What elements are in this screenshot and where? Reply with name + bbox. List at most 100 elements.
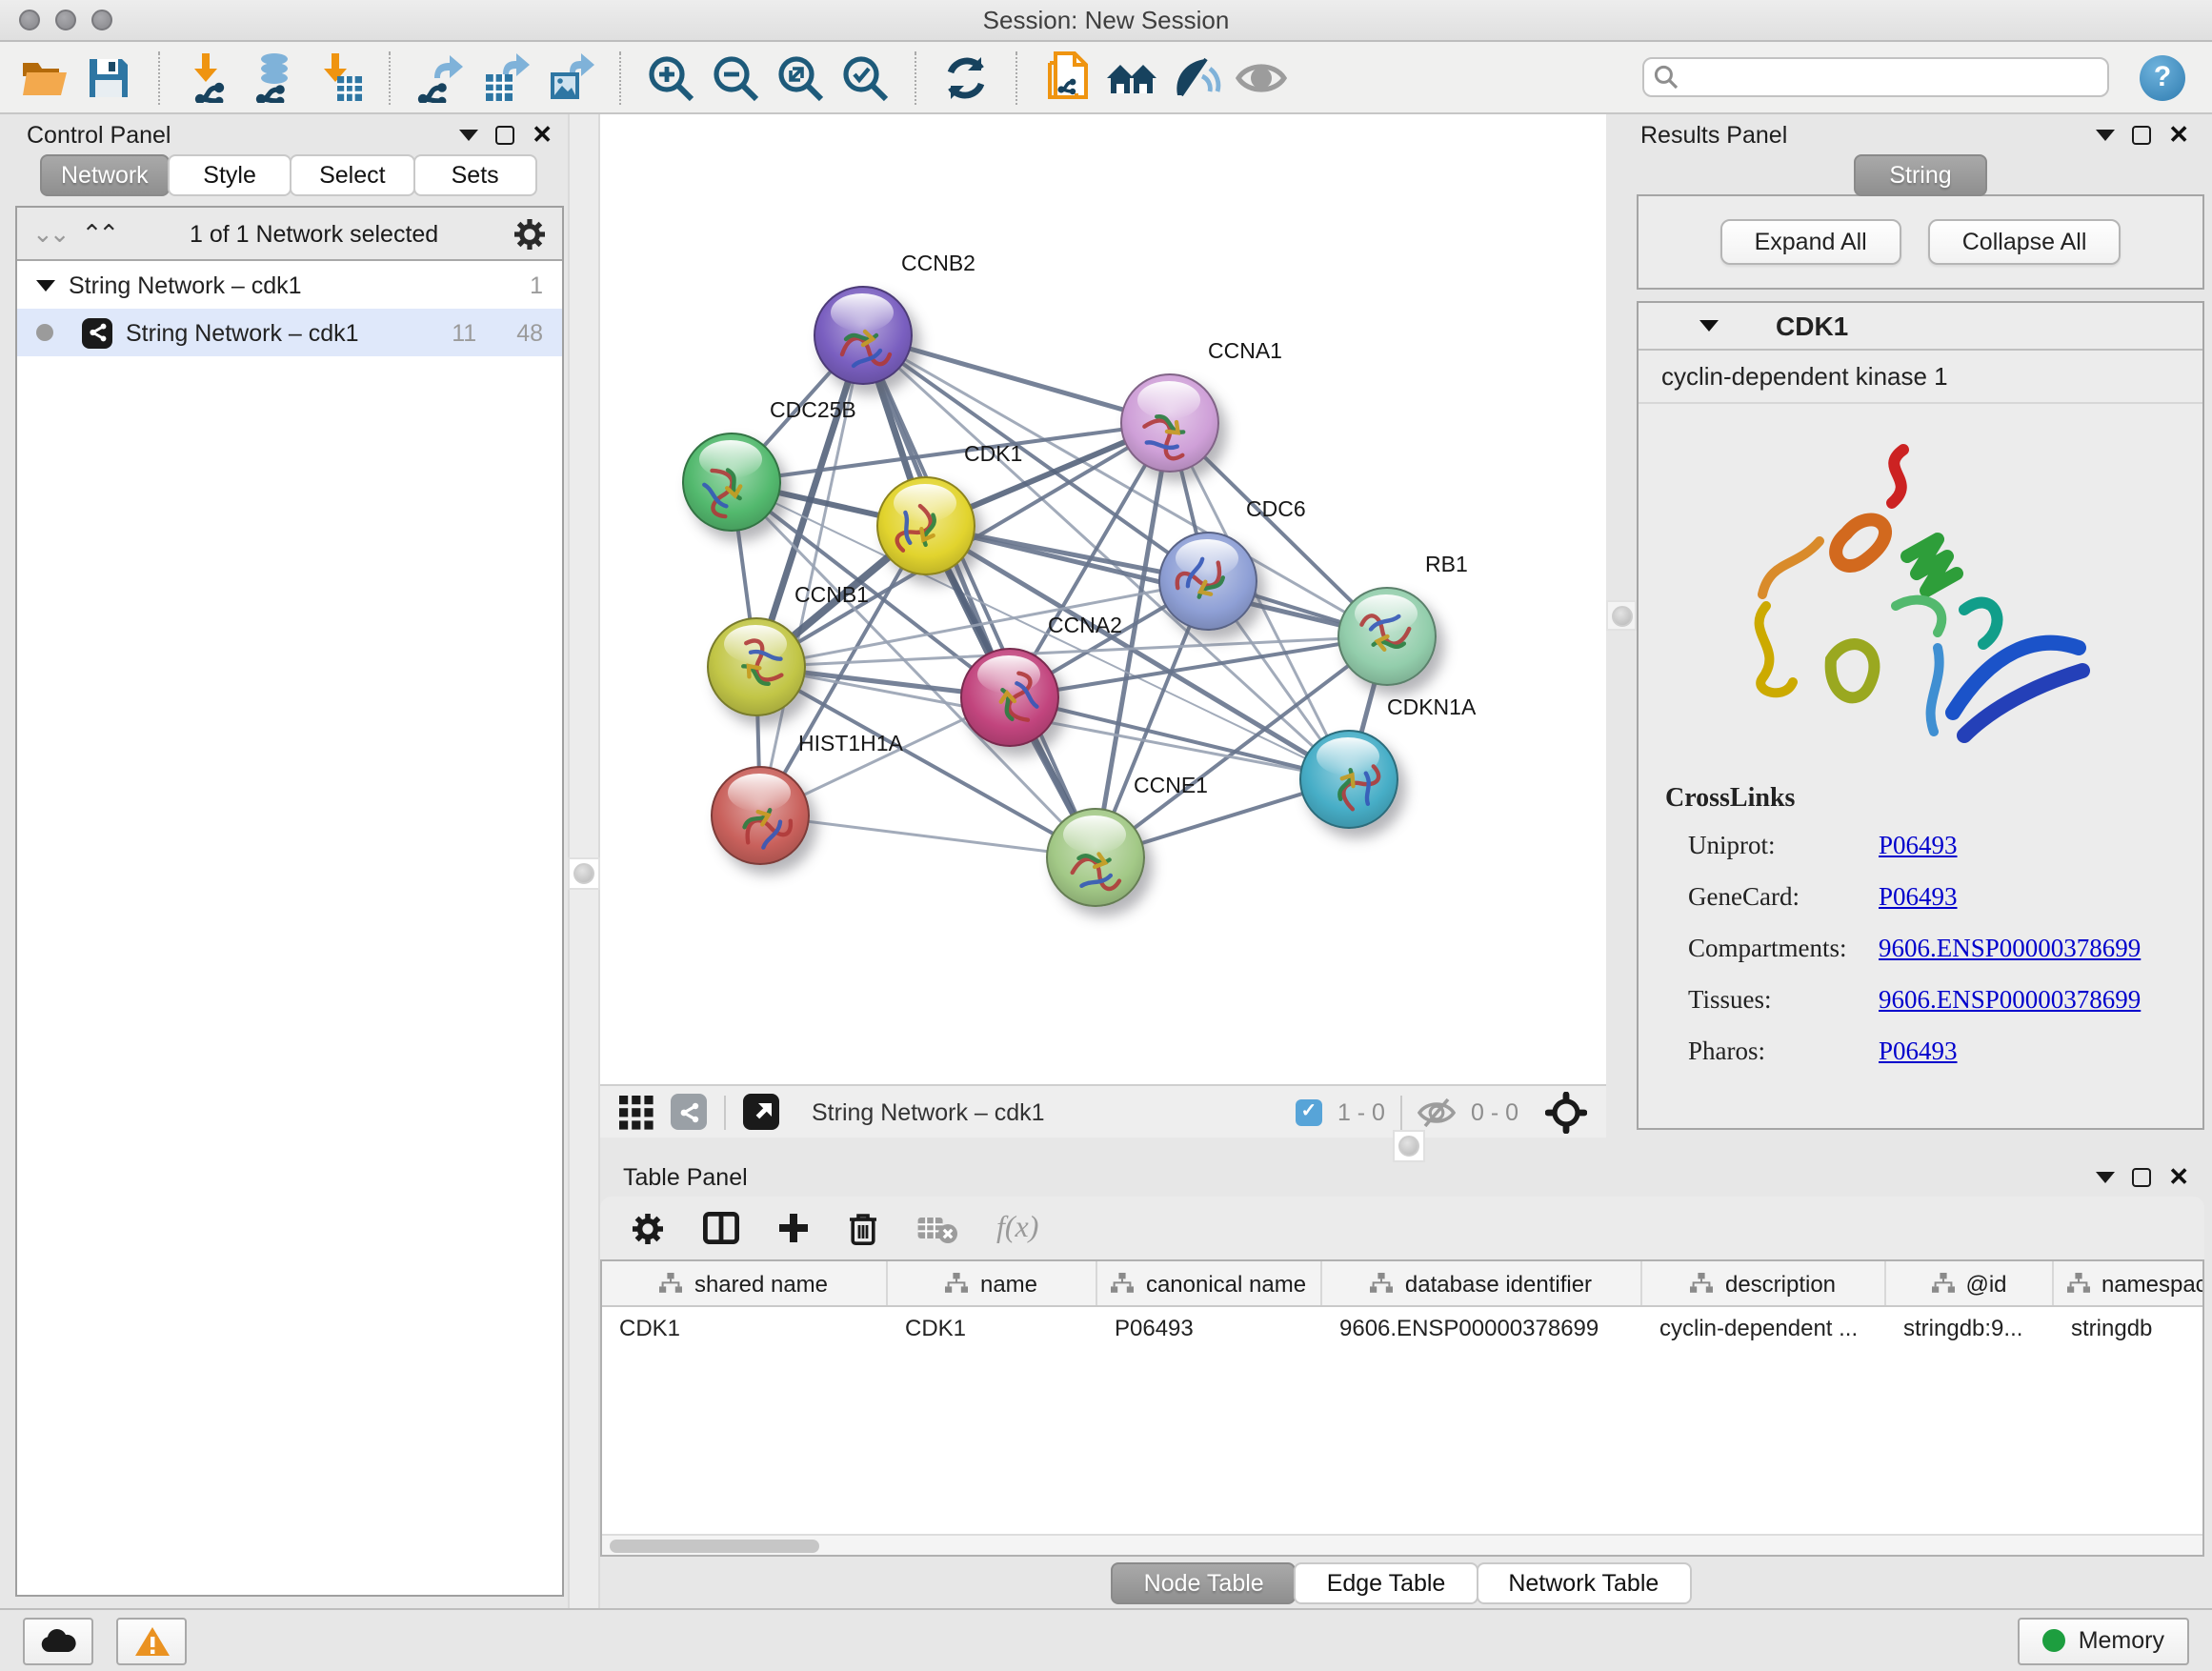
splitter-handle[interactable] bbox=[568, 857, 600, 890]
graph-node-CCNA2[interactable]: viewBox="0 0 40 40"> bbox=[960, 648, 1059, 747]
refresh-icon[interactable] bbox=[937, 49, 995, 106]
graph-node-CCNA1[interactable]: viewBox="0 0 40 40"> bbox=[1120, 373, 1219, 473]
crosslink-link[interactable]: 9606.ENSP00000378699 bbox=[1879, 985, 2141, 1016]
maximize-panel-icon[interactable] bbox=[2132, 1167, 2151, 1186]
export-image-icon[interactable] bbox=[541, 49, 598, 106]
scrollbar-thumb[interactable] bbox=[610, 1540, 819, 1553]
graph-node-CDC6[interactable]: viewBox="0 0 40 40"> bbox=[1158, 532, 1257, 631]
table-cell[interactable]: cyclin-dependent ... bbox=[1642, 1307, 1886, 1349]
splitter-handle[interactable] bbox=[1393, 1130, 1425, 1162]
horizontal-splitter[interactable] bbox=[600, 1137, 2212, 1157]
zoom-out-icon[interactable] bbox=[707, 49, 764, 106]
crosshair-icon[interactable] bbox=[1545, 1091, 1587, 1133]
splitter-handle[interactable] bbox=[1606, 600, 1637, 631]
maximize-panel-icon[interactable] bbox=[495, 125, 514, 144]
table-cell[interactable]: CDK1 bbox=[602, 1307, 888, 1349]
column-header-name[interactable]: name bbox=[888, 1261, 1097, 1305]
collapse-all-networks-icon[interactable]: ⌄⌄ bbox=[32, 224, 67, 243]
table-row[interactable]: CDK1CDK1P064939606.ENSP00000378699cyclin… bbox=[602, 1307, 2202, 1349]
column-header-database-identifier[interactable]: database identifier bbox=[1322, 1261, 1642, 1305]
tab-select[interactable]: Select bbox=[290, 154, 414, 196]
network-collection-row[interactable]: String Network – cdk1 1 bbox=[17, 261, 562, 309]
left-splitter[interactable] bbox=[568, 114, 600, 1608]
table-cell[interactable]: CDK1 bbox=[888, 1307, 1097, 1349]
column-header-@id[interactable]: @id bbox=[1886, 1261, 2054, 1305]
crosslink-label: Tissues: bbox=[1688, 985, 1879, 1016]
table-cell[interactable]: stringdb:9... bbox=[1886, 1307, 2054, 1349]
network-canvas[interactable]: viewBox="0 0 40 40">CCNB2 viewBox="0 0 4… bbox=[600, 114, 1606, 1084]
node-label-CCNA1: CCNA1 bbox=[1208, 341, 1282, 364]
birdseye-view-icon[interactable] bbox=[743, 1094, 779, 1130]
graph-node-CDK1[interactable]: viewBox="0 0 40 40"> bbox=[876, 476, 975, 575]
close-panel-icon[interactable]: ✕ bbox=[532, 125, 553, 144]
graph-node-CDKN1A[interactable]: viewBox="0 0 40 40"> bbox=[1299, 730, 1398, 829]
export-network-icon[interactable] bbox=[412, 49, 469, 106]
export-table-icon[interactable] bbox=[476, 49, 533, 106]
table-cell[interactable]: 9606.ENSP00000378699 bbox=[1322, 1307, 1642, 1349]
tab-sets[interactable]: Sets bbox=[412, 154, 537, 196]
zoom-fit-icon[interactable] bbox=[772, 49, 829, 106]
close-panel-icon[interactable]: ✕ bbox=[2168, 1167, 2189, 1186]
gene-section-collapse-icon[interactable] bbox=[1699, 320, 1719, 332]
graph-node-CDC25B[interactable]: viewBox="0 0 40 40"> bbox=[682, 433, 781, 532]
table-cell[interactable]: stringdb bbox=[2054, 1307, 2204, 1349]
tab-edge-table[interactable]: Edge Table bbox=[1295, 1561, 1478, 1603]
tab-string[interactable]: String bbox=[1853, 154, 1987, 196]
network-share-view-icon[interactable] bbox=[671, 1094, 707, 1130]
crosslink-link[interactable]: 9606.ENSP00000378699 bbox=[1879, 934, 2141, 964]
import-table-icon[interactable] bbox=[311, 49, 368, 106]
import-network-file-icon[interactable] bbox=[181, 49, 238, 106]
right-splitter[interactable] bbox=[1606, 114, 1637, 1137]
float-panel-icon[interactable] bbox=[459, 129, 478, 140]
crosslink-link[interactable]: P06493 bbox=[1879, 882, 1958, 913]
network-row[interactable]: String Network – cdk1 11 48 bbox=[17, 309, 562, 356]
graph-node-CCNB2[interactable]: viewBox="0 0 40 40"> bbox=[814, 286, 913, 385]
float-panel-icon[interactable] bbox=[2096, 129, 2115, 140]
warning-status-button[interactable] bbox=[116, 1617, 187, 1664]
collection-expand-icon[interactable] bbox=[36, 279, 55, 291]
table-cell[interactable]: P06493 bbox=[1097, 1307, 1322, 1349]
table-horizontal-scrollbar[interactable] bbox=[602, 1534, 2202, 1555]
column-header-namespace[interactable]: namespace bbox=[2054, 1261, 2204, 1305]
crosslink-link[interactable]: P06493 bbox=[1879, 831, 1958, 861]
float-panel-icon[interactable] bbox=[2096, 1171, 2115, 1182]
maximize-panel-icon[interactable] bbox=[2132, 125, 2151, 144]
network-options-gear-icon[interactable] bbox=[513, 216, 547, 251]
import-network-database-icon[interactable] bbox=[246, 49, 303, 106]
memory-button[interactable]: Memory bbox=[2018, 1617, 2189, 1664]
tab-network-table[interactable]: Network Table bbox=[1476, 1561, 1691, 1603]
column-header-shared-name[interactable]: shared name bbox=[602, 1261, 888, 1305]
crosslink-link[interactable]: P06493 bbox=[1879, 1037, 1958, 1067]
zoom-selected-icon[interactable] bbox=[836, 49, 894, 106]
eye-slash-icon[interactable] bbox=[1168, 49, 1225, 106]
open-session-icon[interactable] bbox=[15, 49, 72, 106]
table-options-gear-icon[interactable] bbox=[631, 1211, 665, 1245]
selected-nodes-checkbox[interactable]: ✓ bbox=[1296, 1098, 1322, 1125]
graph-node-RB1[interactable]: viewBox="0 0 40 40"> bbox=[1337, 587, 1437, 686]
zoom-in-icon[interactable] bbox=[642, 49, 699, 106]
grid-view-icon[interactable] bbox=[619, 1095, 654, 1129]
cloud-status-button[interactable] bbox=[23, 1617, 93, 1664]
column-header-canonical-name[interactable]: canonical name bbox=[1097, 1261, 1322, 1305]
houses-icon[interactable] bbox=[1103, 49, 1160, 106]
search-input[interactable] bbox=[1686, 62, 2098, 92]
column-header-description[interactable]: description bbox=[1642, 1261, 1886, 1305]
string-import-icon[interactable] bbox=[1038, 49, 1096, 106]
save-session-icon[interactable] bbox=[80, 49, 137, 106]
help-icon[interactable]: ? bbox=[2140, 54, 2185, 100]
delete-table-icon bbox=[916, 1213, 958, 1243]
expand-all-button[interactable]: Expand All bbox=[1720, 219, 1901, 265]
tab-style[interactable]: Style bbox=[168, 154, 292, 196]
show-columns-icon[interactable] bbox=[703, 1212, 739, 1244]
collapse-all-button[interactable]: Collapse All bbox=[1928, 219, 2122, 265]
tab-node-table[interactable]: Node Table bbox=[1112, 1561, 1297, 1603]
add-column-icon[interactable] bbox=[777, 1212, 810, 1244]
graph-node-CCNB1[interactable]: viewBox="0 0 40 40"> bbox=[707, 617, 806, 716]
graph-node-CCNE1[interactable]: viewBox="0 0 40 40"> bbox=[1046, 808, 1145, 907]
search-box[interactable] bbox=[1642, 57, 2109, 97]
close-panel-icon[interactable]: ✕ bbox=[2168, 125, 2189, 144]
expand-all-networks-icon[interactable]: ⌃⌃ bbox=[82, 224, 116, 243]
tab-network[interactable]: Network bbox=[40, 154, 170, 196]
delete-column-icon[interactable] bbox=[848, 1211, 878, 1245]
graph-node-HIST1H1A[interactable]: viewBox="0 0 40 40"> bbox=[711, 766, 810, 865]
